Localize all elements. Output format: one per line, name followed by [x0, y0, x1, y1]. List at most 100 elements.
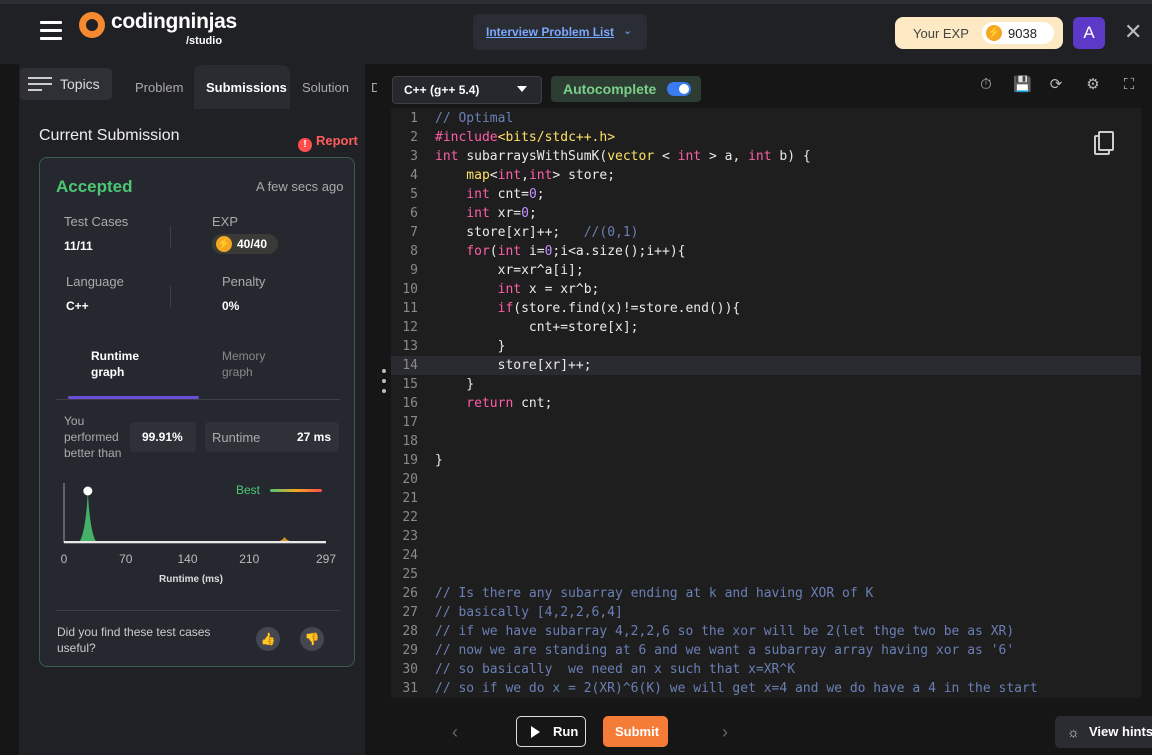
- menu-icon[interactable]: [40, 21, 62, 40]
- report-button[interactable]: ! Report: [298, 133, 358, 152]
- code-line[interactable]: 3 int subarraysWithSumK(vector < int > a,…: [391, 147, 1141, 166]
- code-line[interactable]: 19}: [391, 451, 1141, 470]
- code-line[interactable]: 29 // now we are standing at 6 and we wan…: [391, 641, 1141, 660]
- language-select-value: C++ (g++ 5.4): [404, 83, 480, 97]
- code-token: int: [435, 187, 498, 202]
- status-badge: Accepted: [56, 177, 133, 196]
- code-line[interactable]: 1 // Optimal: [391, 109, 1141, 128]
- code-line[interactable]: 24: [391, 546, 1141, 565]
- tab-discuss[interactable]: D: [371, 80, 377, 95]
- code-token: (store.find(x)!=store.end()){: [513, 301, 741, 316]
- exp-earned-badge: ⚡ 40/40: [212, 234, 278, 254]
- penalty-value: 0%: [222, 299, 240, 313]
- problem-list-link[interactable]: Interview Problem List: [486, 25, 614, 39]
- next-arrow-icon[interactable]: ›: [722, 722, 728, 743]
- code-line[interactable]: 25: [391, 565, 1141, 584]
- code-line[interactable]: 8 for(int i=0;i<a.size();i++){: [391, 242, 1141, 261]
- code-token: store[xr]++;: [435, 358, 592, 373]
- code-line[interactable]: 6 int xr=0;: [391, 204, 1141, 223]
- code-line[interactable]: 31 // so if we do x = 2(XR)^6(K) we will …: [391, 679, 1141, 698]
- code-line[interactable]: 11 if(store.find(x)!=store.end()){: [391, 299, 1141, 318]
- problem-list-dropdown[interactable]: Interview Problem List ⌄: [473, 14, 647, 50]
- copy-icon[interactable]: [1094, 131, 1114, 155]
- code-line[interactable]: 17: [391, 413, 1141, 432]
- code-line[interactable]: 9 xr=xr^a[i];: [391, 261, 1141, 280]
- run-button[interactable]: Run: [516, 716, 586, 747]
- tab-submissions[interactable]: Submissions: [206, 80, 287, 95]
- reset-icon[interactable]: ⟳: [1048, 77, 1064, 93]
- line-number: 19: [402, 453, 418, 468]
- chart-ticks: 0 70 140 210 297: [61, 552, 337, 566]
- drag-handle-icon[interactable]: [382, 369, 386, 399]
- code-line[interactable]: 10 int x = xr^b;: [391, 280, 1141, 299]
- code-editor[interactable]: 1 // Optimal 2 #include<bits/stdc++.h> 3 int …: [391, 108, 1141, 698]
- code-token: xr=: [497, 206, 522, 221]
- code-line[interactable]: 21: [391, 489, 1141, 508]
- code-line[interactable]: 20: [391, 470, 1141, 489]
- line-number: 6: [410, 206, 418, 221]
- code-token: ,: [521, 168, 529, 183]
- line-number: 11: [402, 301, 418, 316]
- topics-button[interactable]: Topics: [20, 68, 112, 100]
- timer-icon[interactable]: ⏱: [978, 77, 994, 93]
- code-text: // now we are standing at 6 and we want …: [435, 641, 1014, 660]
- active-graph-tab-indicator: [68, 396, 199, 399]
- tab-memory-graph[interactable]: Memory graph: [222, 348, 282, 380]
- code-line[interactable]: 28 // if we have subarray 4,2,2,6 so the …: [391, 622, 1141, 641]
- language-select[interactable]: C++ (g++ 5.4): [392, 76, 542, 104]
- toggle-switch[interactable]: [667, 82, 691, 96]
- graph-tabs-divider: [56, 399, 340, 400]
- submit-button[interactable]: Submit: [603, 716, 668, 747]
- tab-runtime-graph[interactable]: Runtime graph: [91, 348, 151, 380]
- code-line[interactable]: 23: [391, 527, 1141, 546]
- code-token: int: [528, 168, 553, 183]
- fullscreen-icon[interactable]: ⛶: [1121, 77, 1137, 93]
- best-label: Best: [236, 483, 261, 497]
- card-footer-divider: [56, 610, 340, 611]
- code-line[interactable]: 2 #include<bits/stdc++.h>: [391, 128, 1141, 147]
- code-line[interactable]: 30 // so basically we need an x such that…: [391, 660, 1141, 679]
- code-token: int: [435, 206, 498, 221]
- runtime-label: Runtime: [212, 430, 261, 445]
- code-token: // so basically we need an x such that x…: [435, 662, 796, 677]
- penalty-label: Penalty: [222, 274, 266, 289]
- code-line[interactable]: 26 // Is there any subarray ending at k a…: [391, 584, 1141, 603]
- code-line[interactable]: 14 store[xr]++;: [391, 356, 1141, 375]
- close-icon[interactable]: ✕: [1124, 19, 1142, 45]
- code-line[interactable]: 15 }: [391, 375, 1141, 394]
- line-number: 30: [402, 662, 418, 677]
- runtime-value: 27 ms: [297, 430, 332, 444]
- tab-solution[interactable]: Solution: [302, 80, 349, 95]
- line-number: 5: [410, 187, 418, 202]
- avatar[interactable]: A: [1073, 17, 1105, 49]
- line-number: 13: [402, 339, 418, 354]
- code-line[interactable]: 27 // basically [4,2,2,6,4]: [391, 603, 1141, 622]
- code-text: #include<bits/stdc++.h>: [435, 128, 615, 147]
- line-number: 1: [410, 111, 418, 126]
- thumbs-down-icon[interactable]: 👎: [300, 627, 324, 651]
- code-line[interactable]: 18: [391, 432, 1141, 451]
- save-icon[interactable]: 💾: [1013, 77, 1032, 93]
- code-token: xr=xr^a[i];: [435, 263, 584, 278]
- tab-problem[interactable]: Problem: [135, 80, 183, 95]
- code-token: (: [489, 244, 498, 259]
- divider: [170, 286, 171, 308]
- line-number: 24: [402, 548, 418, 563]
- code-line[interactable]: 22: [391, 508, 1141, 527]
- view-hints-button[interactable]: ☼ View hints: [1055, 716, 1152, 748]
- thumbs-up-icon[interactable]: 👍: [256, 627, 280, 651]
- code-token: x = xr^b;: [528, 282, 600, 297]
- code-line[interactable]: 7 store[xr]++; //(0,1): [391, 223, 1141, 242]
- code-line[interactable]: 12 cnt+=store[x];: [391, 318, 1141, 337]
- prev-arrow-icon[interactable]: ‹: [452, 722, 458, 743]
- code-token: int: [497, 168, 522, 183]
- code-line[interactable]: 4 map<int,int> store;: [391, 166, 1141, 185]
- logo-icon: [79, 12, 105, 38]
- code-token: // so if we do x = 2(XR)^6(K) we will ge…: [435, 681, 1038, 696]
- exp-label: EXP: [212, 214, 239, 229]
- code-line[interactable]: 16 return cnt;: [391, 394, 1141, 413]
- autocomplete-toggle[interactable]: Autocomplete: [551, 76, 701, 102]
- code-line[interactable]: 5 int cnt=0;: [391, 185, 1141, 204]
- code-line[interactable]: 13 }: [391, 337, 1141, 356]
- settings-icon[interactable]: ⚙: [1085, 77, 1101, 93]
